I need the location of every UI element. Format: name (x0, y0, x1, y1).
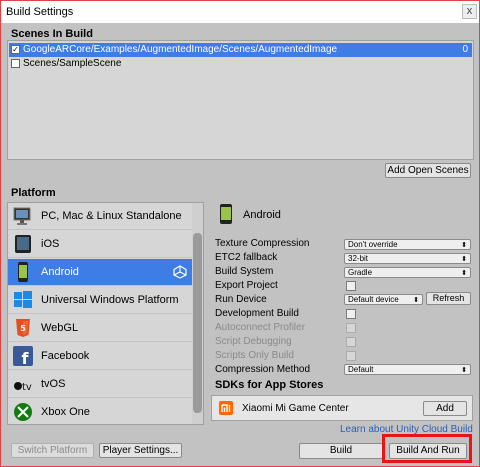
scene-row[interactable]: Scenes/SampleScene (9, 57, 472, 71)
dropdown-value: Default device (348, 295, 399, 304)
platform-label: Universal Windows Platform (41, 294, 179, 306)
scene-name: GoogleARCore/Examples/AugmentedImage/Sce… (23, 44, 338, 55)
dropdown-arrow-icon: ⬍ (461, 270, 467, 277)
svg-text:f: f (22, 349, 30, 367)
close-button[interactable]: x (462, 4, 477, 19)
highlight-box (382, 434, 472, 463)
window-title: Build Settings (6, 6, 74, 18)
title-bar: Build Settings x (1, 1, 479, 23)
windows-icon (14, 291, 32, 308)
dropdown-arrow-icon: ⬍ (413, 297, 419, 304)
scripts-only-build-checkbox (346, 351, 356, 361)
unity-logo-icon (173, 265, 187, 279)
dropdown-value: Default (348, 365, 374, 374)
scenes-list[interactable]: ✓ GoogleARCore/Examples/AugmentedImage/S… (7, 40, 474, 160)
dropdown-arrow-icon: ⬍ (461, 367, 467, 374)
refresh-button[interactable]: Refresh (426, 292, 471, 305)
settings-platform-title: Android (243, 209, 281, 221)
add-sdk-button[interactable]: Add (423, 401, 467, 416)
script-debugging-checkbox (346, 337, 356, 347)
ios-icon (15, 235, 31, 253)
platform-scrollbar[interactable] (192, 203, 203, 424)
tvos-icon: tv (14, 382, 32, 393)
platform-item-tvos[interactable]: tv tvOS (8, 371, 193, 398)
html5-icon: 5 (16, 319, 30, 337)
etc2-fallback-label: ETC2 fallback (215, 252, 278, 263)
dropdown-value: Don't override (348, 240, 398, 249)
scene-index: 0 (462, 44, 468, 55)
platform-list: PC, Mac & Linux Standalone iOS Android U… (7, 202, 204, 425)
scene-checkbox[interactable]: ✓ (11, 45, 20, 54)
build-system-dropdown[interactable]: Gradle ⬍ (344, 267, 471, 278)
compression-method-dropdown[interactable]: Default ⬍ (344, 364, 471, 375)
dropdown-value: Gradle (348, 268, 373, 277)
script-debugging-label: Script Debugging (215, 336, 292, 347)
xiaomi-icon (219, 401, 233, 415)
texture-compression-dropdown[interactable]: Don't override ⬍ (344, 239, 471, 250)
dropdown-arrow-icon: ⬍ (461, 256, 467, 263)
platform-label: Xbox One (41, 406, 90, 418)
autoconnect-profiler-checkbox (346, 323, 356, 333)
platform-item-ios[interactable]: iOS (8, 231, 193, 258)
export-project-checkbox[interactable] (346, 281, 356, 291)
platform-item-uwp[interactable]: Universal Windows Platform (8, 287, 193, 314)
platform-label: PC, Mac & Linux Standalone (41, 210, 182, 222)
sdks-header: SDKs for App Stores (215, 379, 324, 391)
build-settings-window: Build Settings x Scenes In Build ✓ Googl… (0, 0, 480, 467)
build-button[interactable]: Build (299, 443, 383, 459)
svg-text:tv: tv (22, 382, 32, 393)
platform-header: Platform (11, 187, 56, 199)
platform-label: Facebook (41, 350, 90, 362)
development-build-checkbox[interactable] (346, 309, 356, 319)
platform-label: iOS (41, 238, 60, 250)
xbox-icon (14, 403, 32, 421)
android-icon (220, 204, 232, 224)
pc-standalone-icon (13, 207, 31, 225)
scene-name: Scenes/SampleScene (23, 58, 122, 69)
etc2-fallback-dropdown[interactable]: 32-bit ⬍ (344, 253, 471, 264)
scenes-in-build-header: Scenes In Build (11, 28, 93, 40)
sdk-label: Xiaomi Mi Game Center (242, 403, 349, 414)
player-settings-button[interactable]: Player Settings... (99, 443, 182, 458)
svg-text:5: 5 (20, 324, 26, 333)
facebook-icon: f (13, 346, 33, 367)
development-build-label: Development Build (215, 308, 299, 319)
platform-label: Android (41, 266, 79, 278)
dropdown-value: 32-bit (348, 254, 369, 263)
sdk-item-xiaomi: Xiaomi Mi Game Center Add (211, 395, 473, 421)
scene-row[interactable]: ✓ GoogleARCore/Examples/AugmentedImage/S… (9, 43, 472, 57)
add-open-scenes-button[interactable]: Add Open Scenes (385, 163, 471, 178)
dropdown-arrow-icon: ⬍ (461, 242, 467, 249)
build-system-label: Build System (215, 266, 274, 277)
scene-checkbox[interactable] (11, 59, 20, 68)
export-project-label: Export Project (215, 280, 278, 291)
platform-item-webgl[interactable]: 5 WebGL (8, 315, 193, 342)
scrollbar-thumb[interactable] (193, 233, 202, 413)
android-icon (18, 262, 28, 282)
run-device-label: Run Device (215, 294, 267, 305)
compression-method-label: Compression Method (215, 364, 311, 375)
platform-label: WebGL (41, 322, 79, 334)
platform-item-xbox[interactable]: Xbox One (8, 399, 193, 424)
platform-item-android[interactable]: Android (8, 259, 193, 286)
platform-label: tvOS (41, 378, 66, 390)
run-device-dropdown[interactable]: Default device ⬍ (344, 294, 423, 305)
platform-item-facebook[interactable]: f Facebook (8, 343, 193, 370)
autoconnect-profiler-label: Autoconnect Profiler (215, 322, 306, 333)
scripts-only-build-label: Scripts Only Build (215, 350, 294, 361)
texture-compression-label: Texture Compression (215, 238, 310, 249)
platform-item-pc[interactable]: PC, Mac & Linux Standalone (8, 203, 193, 230)
switch-platform-button: Switch Platform (11, 443, 94, 458)
